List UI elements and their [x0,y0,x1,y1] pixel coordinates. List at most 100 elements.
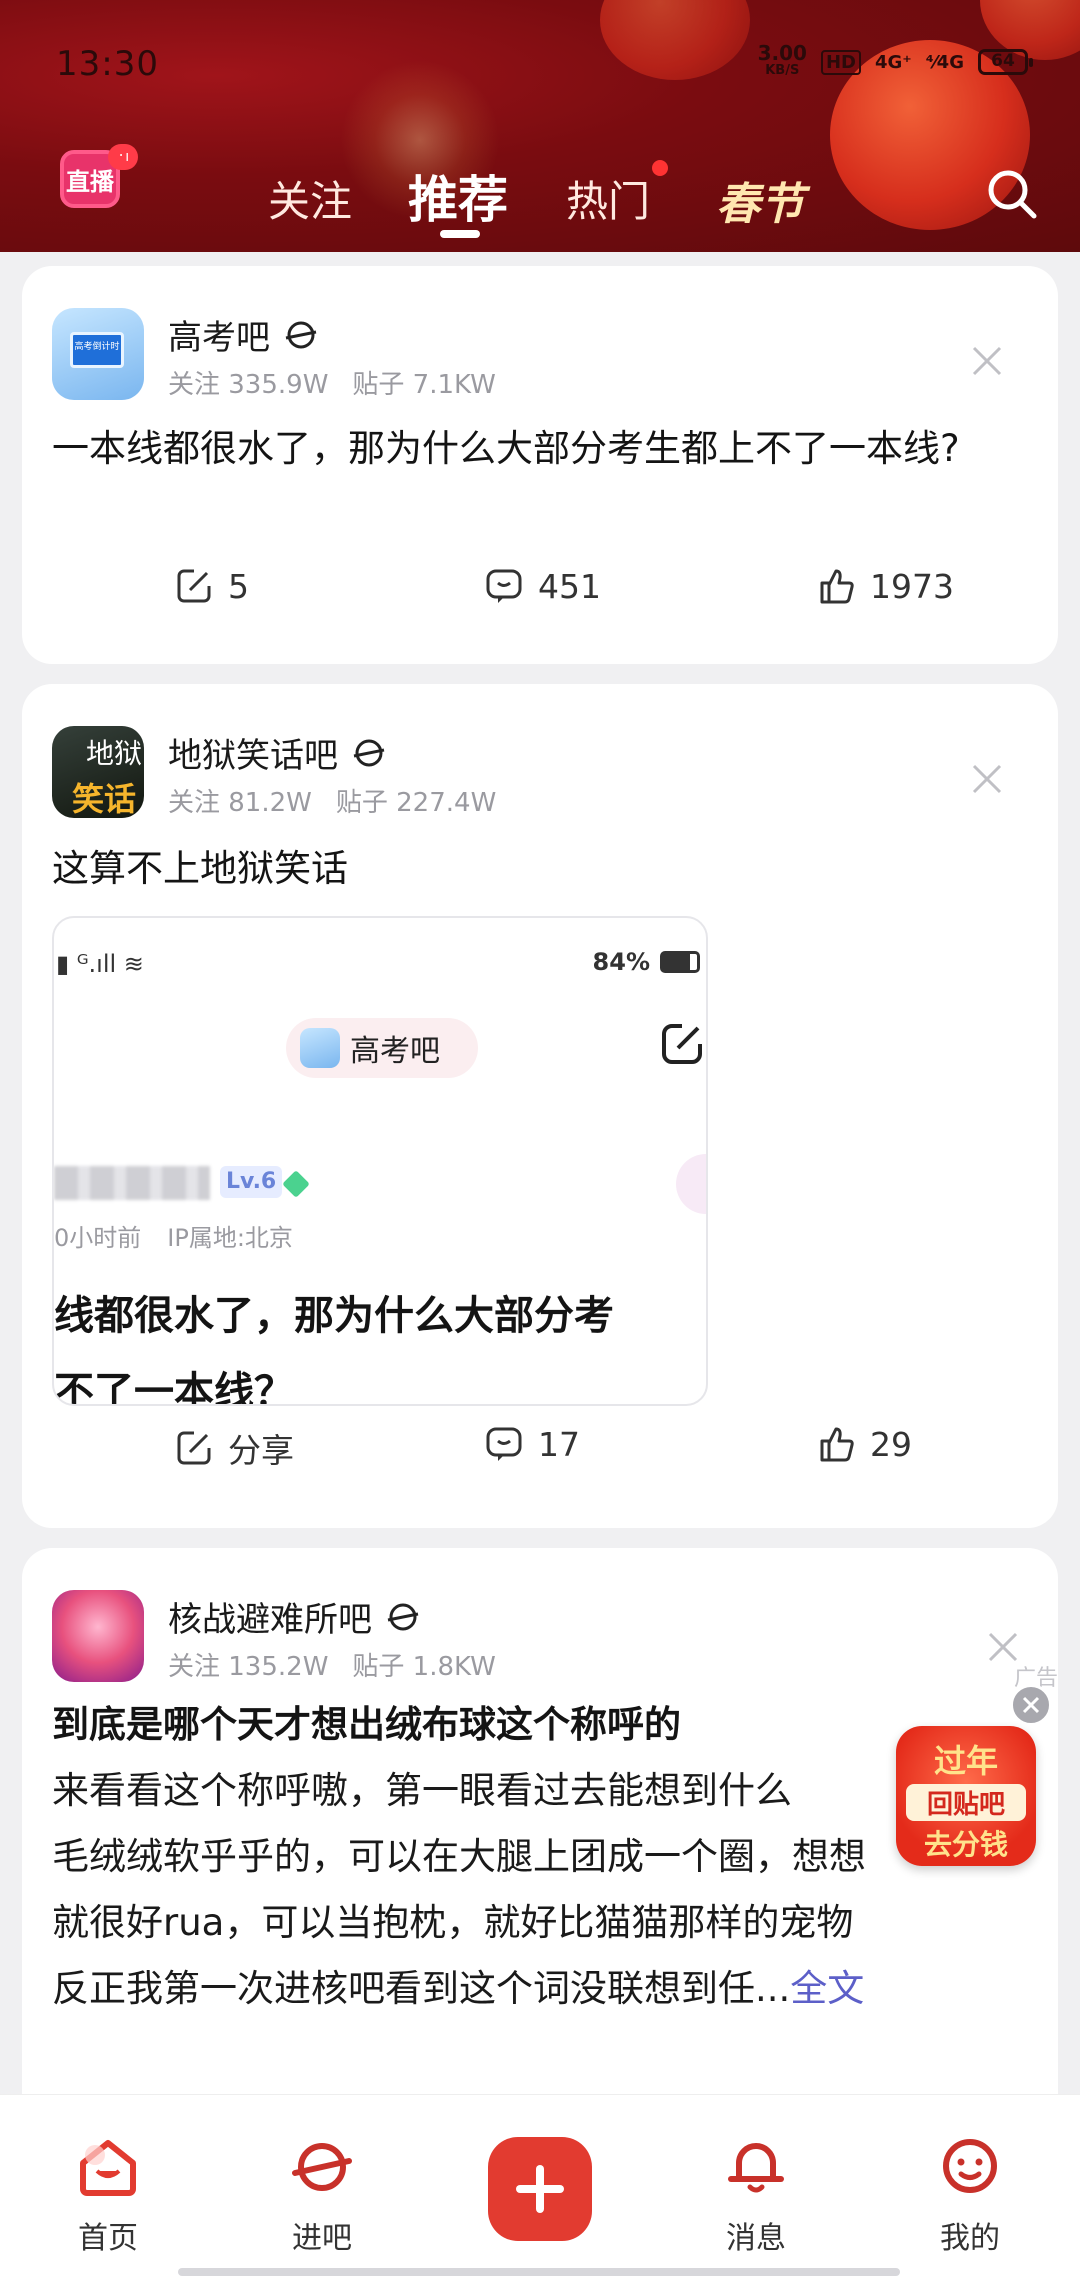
avatar-text: 地狱 [86,737,143,770]
body-line: 就很好rua，可以当抱枕，就好比猫猫那样的宠物 [52,1901,854,1944]
like-count: 1973 [870,566,954,606]
body-line: 反正我第一次进核吧看到这个词没联想到任...全文 [52,1967,865,2010]
image-meta: 0小时前 IP属地:北京 [54,1224,293,1252]
blurred-username [54,1166,210,1200]
level-badge: Lv.6 [220,1166,283,1198]
bar-name[interactable]: 核战避难所吧 [168,1592,420,1641]
close-icon[interactable] [970,344,1004,378]
post-actions: 分享 17 29 [22,1424,1058,1484]
close-icon[interactable] [986,1630,1020,1664]
like-count: 29 [870,1424,912,1464]
planet-icon [292,2143,352,2191]
edit-icon [662,1024,702,1064]
plus-icon [516,2165,564,2213]
home-icon [80,2140,136,2196]
like-button[interactable]: 1973 [816,566,954,606]
tab-hot[interactable]: 热门 [566,168,650,229]
promo-badge[interactable]: 过年 回贴吧 去分钱 [896,1726,1036,1866]
share-button[interactable]: 5 [174,566,249,606]
thumbs-up-icon [820,569,854,604]
top-header: 13:30 3.00 KB/S HD 4G⁺ ⁴⁄4G 64 直播 ᛫ı 关注 推… [0,0,1080,252]
promo-line: 去分钱 [923,1828,1008,1861]
comment-icon [486,569,522,603]
bar-name[interactable]: 地狱笑话吧 [168,728,386,777]
planet-icon [285,321,317,348]
lantern-decoration [600,0,750,80]
planet-icon [387,1603,419,1630]
signal-icon: ⁴⁄4G [925,51,964,73]
post-card[interactable]: 高考倒计时 高考吧 关注 335.9W 贴子 7.1KW 一本线都很水了，那为什么… [22,266,1058,664]
body-line: 来看看这个称呼嗷，第一眼看过去能想到什么 [52,1769,792,1812]
avatar-screen: 高考倒计时 [70,332,124,368]
post-image[interactable]: ▮ ᴳ.ıll ≋ 84% 高考吧 Lv.6 0小时前 IP属地:北京 线都很水了… [52,916,708,1406]
avatar-text: 笑话 [72,780,137,818]
bar-avatar[interactable]: 高考倒计时 [52,308,144,400]
bar-mini-avatar [300,1028,340,1068]
post-card[interactable]: 地狱 笑话 地狱笑话吧 关注 81.2W 贴子 227.4W 这算不上地狱笑话 ▮… [22,684,1058,1528]
share-count: 5 [228,566,249,606]
network-speed: 3.00 KB/S [757,41,807,78]
bar-name-text: 高考吧 [168,318,270,358]
bar-name[interactable]: 高考吧 [168,310,318,359]
comment-count: 451 [538,566,601,606]
signal-icon: 4G⁺ [874,51,912,73]
nav-label: 消息 [726,2221,786,2256]
comment-count: 17 [538,1424,580,1464]
nav-label: 进吧 [292,2221,352,2256]
nav-bars[interactable]: 进吧 [252,2131,392,2257]
image-bar-pill: 高考吧 [286,1018,478,1078]
image-signal: ▮ ᴳ.ıll ≋ [56,950,144,978]
create-post-button[interactable] [488,2137,592,2241]
smiley-icon [943,2139,997,2193]
share-label: 分享 [228,1431,294,1470]
post-title[interactable]: 一本线都很水了，那为什么大部分考生都上不了一本线? [52,416,1028,482]
read-more-link[interactable]: 全文 [790,1967,864,2010]
battery-icon: 64 [978,49,1033,75]
post-body[interactable]: 来看看这个称呼嗷，第一眼看过去能想到什么 毛绒绒软乎乎的，可以在大腿上团成一个圈… [52,1758,1042,2022]
post-title[interactable]: 到底是哪个天才想出绒布球这个称呼的 [52,1692,1028,1758]
gesture-bar[interactable] [178,2268,900,2276]
share-icon [177,1431,211,1465]
hd-icon: HD [820,49,861,75]
promo-line: 回贴吧 [906,1784,1026,1821]
comment-button[interactable]: 17 [484,1424,580,1464]
image-bubble [676,1154,706,1214]
status-icons: 3.00 KB/S HD 4G⁺ ⁴⁄4G 64 [757,41,1033,80]
close-icon [1022,1696,1040,1714]
tab-spring-festival[interactable]: 春节 [716,168,804,232]
nav-label: 首页 [78,2221,138,2256]
comment-icon [486,1427,522,1461]
image-title: 线都很水了，那为什么大部分考 不了一本线？ [54,1293,614,1406]
active-tab-indicator [440,230,480,238]
promo-close-button[interactable] [1010,1684,1052,1726]
nav-home[interactable]: 首页 [38,2131,178,2257]
body-line: 毛绒绒软乎乎的，可以在大腿上团成一个圈，想想 [52,1835,866,1878]
feed-tabs: 关注 推荐 热门 春节 [0,160,1080,238]
thumbs-up-icon [820,1427,854,1462]
status-time: 13:30 [56,44,159,84]
bar-avatar[interactable]: 地狱 笑话 [52,726,144,818]
post-actions: 5 451 1973 [22,566,1058,626]
bar-stats: 关注 81.2W 贴子 227.4W [168,788,497,818]
image-battery: 84% [593,948,700,976]
planet-icon [353,739,385,766]
like-button[interactable]: 29 [816,1424,912,1464]
share-button[interactable]: 分享 [174,1424,294,1472]
close-icon[interactable] [970,762,1004,796]
bar-name-text: 核战避难所吧 [168,1600,372,1640]
notification-dot [652,160,668,176]
post-title[interactable]: 这算不上地狱笑话 [52,836,1028,902]
comment-button[interactable]: 451 [484,566,601,606]
search-icon[interactable] [984,166,1040,222]
bar-stats: 关注 135.2W 贴子 1.8KW [168,1652,496,1682]
bottom-nav: 首页 进吧 消息 我的 [0,2094,1080,2280]
tab-follow[interactable]: 关注 [268,168,352,229]
promo-line: 过年 [933,1742,998,1780]
tab-recommend[interactable]: 推荐 [408,160,508,232]
bar-avatar[interactable] [52,1590,144,1682]
bell-icon [728,2143,784,2193]
bar-name-text: 地狱笑话吧 [168,736,338,776]
nav-messages[interactable]: 消息 [686,2131,826,2257]
nav-profile[interactable]: 我的 [900,2131,1040,2257]
bar-stats: 关注 335.9W 贴子 7.1KW [168,370,496,400]
